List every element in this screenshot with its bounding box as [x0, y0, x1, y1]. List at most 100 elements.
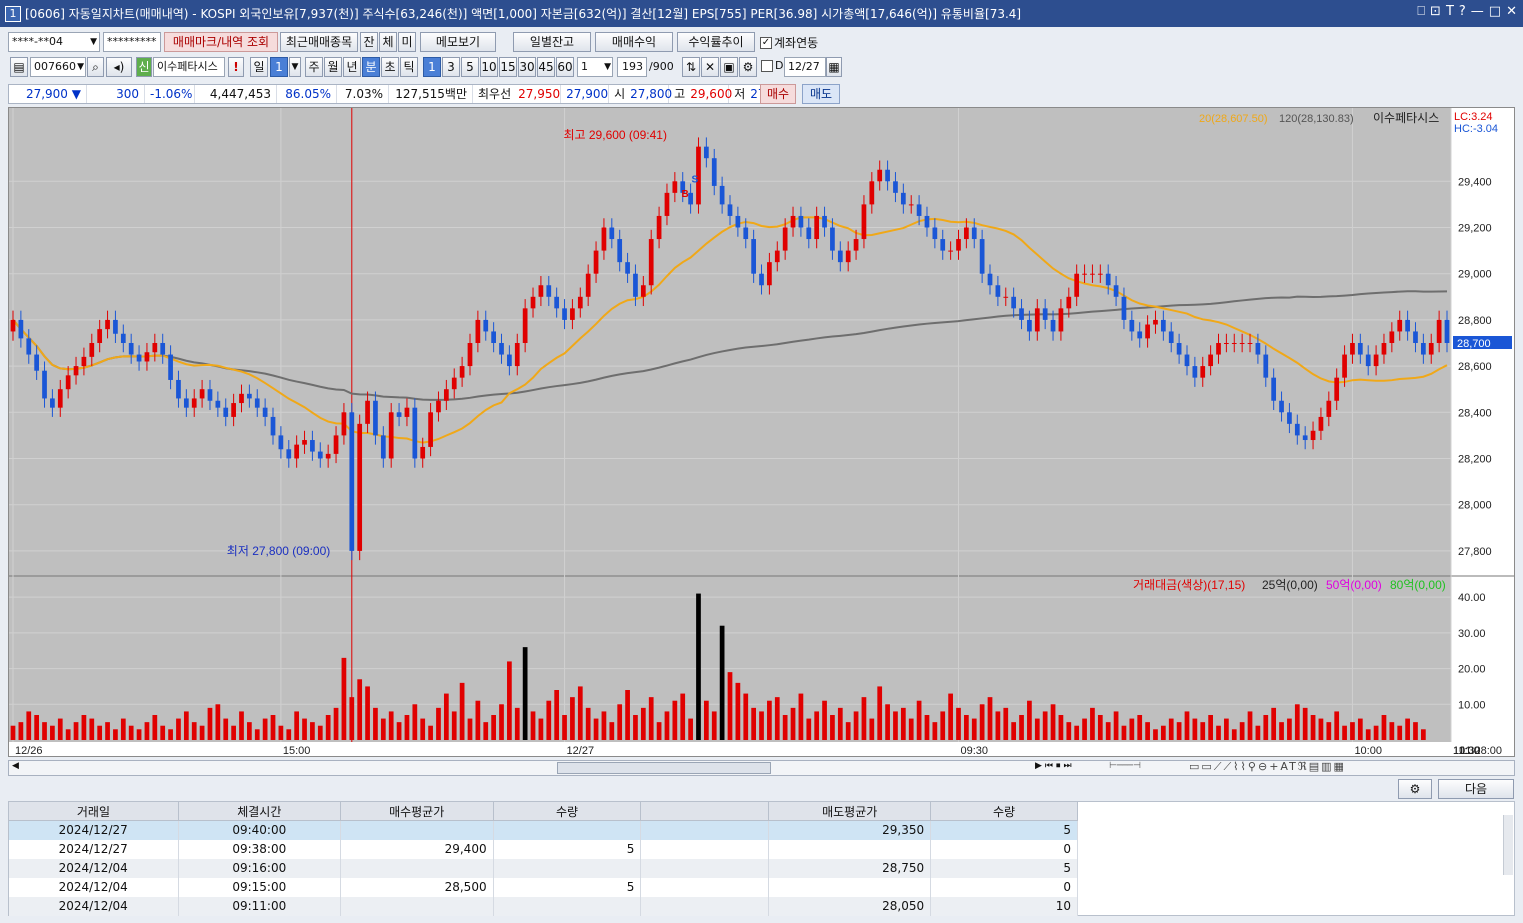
settings-icon[interactable]: ⚙ — [1398, 779, 1432, 799]
candle-body — [26, 338, 32, 355]
zoom-slider-icon[interactable]: ⊢───⊣ — [1109, 761, 1141, 771]
candle-body — [530, 296, 536, 309]
chevron-down-icon[interactable]: ▼ — [289, 57, 301, 77]
header-buy-avg[interactable]: 매수평균가 — [339, 801, 494, 821]
account-link-checkbox[interactable]: ✓ 계좌연동 — [760, 34, 818, 51]
buy-button[interactable]: 매수 — [760, 84, 796, 104]
balance-button[interactable]: 잔 — [360, 32, 378, 52]
speaker-icon[interactable]: ◂) — [106, 57, 132, 77]
interval-10-button[interactable]: 10 — [480, 57, 498, 77]
table-row[interactable]: 2024/12/04 09:16:00 28,750 5 — [8, 858, 1078, 878]
volume-bar — [1208, 715, 1213, 740]
volume-bar — [964, 715, 969, 740]
candle-body — [341, 412, 347, 436]
period-year-button[interactable]: 년 — [343, 57, 361, 77]
buy-mark: B — [681, 189, 688, 200]
candle-body — [191, 398, 197, 408]
volume-bar — [1200, 722, 1206, 740]
chart-tool-icon[interactable]: ⇅ — [682, 57, 700, 77]
table-cell — [640, 858, 770, 878]
header-trade-date[interactable]: 거래일 — [8, 801, 179, 821]
interval-60-button[interactable]: 60 — [556, 57, 574, 77]
candle-body — [1444, 319, 1450, 343]
table-row[interactable]: 2024/12/04 09:15:00 28,500 5 0 — [8, 877, 1078, 897]
close-icon[interactable]: ✕ — [1506, 4, 1517, 19]
candle-body — [89, 343, 95, 357]
header-sell-avg[interactable]: 매도평균가 — [768, 801, 932, 821]
period-minute-button[interactable]: 분 — [362, 57, 380, 77]
interval-1-button[interactable]: 1 — [423, 57, 441, 77]
day-count-select[interactable]: 1 — [270, 57, 288, 77]
password-field[interactable]: ********* — [103, 32, 161, 52]
volume-bar — [1405, 718, 1410, 740]
header-buy-qty[interactable]: 수량 — [492, 801, 642, 821]
account-select[interactable]: ****-**04 ▼ — [8, 32, 100, 52]
candle-body — [1413, 331, 1418, 343]
alert-icon[interactable]: ! — [228, 57, 244, 77]
candle-body — [428, 412, 433, 447]
period-day-button[interactable]: 일 — [250, 57, 268, 77]
table-row[interactable]: 2024/12/27 09:38:00 29,400 5 0 — [8, 839, 1078, 859]
custom-interval-select[interactable]: 1 ▼ — [577, 57, 613, 77]
interval-15-button[interactable]: 15 — [499, 57, 517, 77]
daily-balance-button[interactable]: 일별잔고 — [513, 32, 591, 52]
header-exec-time[interactable]: 체결시간 — [177, 801, 341, 821]
stock-code-input[interactable]: 007660 ▼ — [30, 57, 86, 77]
save-icon[interactable]: ▣ — [720, 57, 738, 77]
layout-icon[interactable]: ⎕ — [1417, 4, 1425, 19]
date-input[interactable]: 12/27 — [784, 57, 826, 77]
candle-body — [10, 319, 16, 332]
candle-body — [711, 158, 717, 186]
interval-5-button[interactable]: 5 — [461, 57, 479, 77]
help-icon[interactable]: ? — [1459, 4, 1466, 19]
restore-layout-icon[interactable]: ⊡ — [1430, 4, 1441, 19]
candle-body — [719, 185, 725, 205]
header-sell-qty[interactable]: 수량 — [930, 801, 1078, 821]
period-week-button[interactable]: 주 — [305, 57, 323, 77]
table-cell: 0 — [930, 839, 1078, 859]
drawing-tools-icon[interactable]: ▭▭⟋⟋⌇⌇⚲⊖+ATℜ▤▥▦ — [1189, 760, 1346, 774]
next-button[interactable]: 다음 — [1438, 779, 1514, 799]
gear-icon[interactable]: ⚙ — [739, 57, 757, 77]
candle-body — [617, 239, 623, 263]
volume-bar — [956, 707, 961, 740]
candle-body — [562, 308, 567, 320]
playback-controls-icon[interactable]: ▶⏮⏹⏭ — [1035, 761, 1075, 771]
crosshair-icon[interactable]: ✕ — [701, 57, 719, 77]
interval-30-button[interactable]: 30 — [518, 57, 536, 77]
grid-scrollbar[interactable] — [1503, 815, 1513, 875]
price-chart-panel[interactable]: 29,400 29,200 29,000 28,800 28,600 28,400 28,2… — [8, 107, 1515, 757]
period-month-button[interactable]: 월 — [324, 57, 342, 77]
period-tick-button[interactable]: 틱 — [400, 57, 418, 77]
scroll-left-icon[interactable]: ◀ — [12, 761, 19, 771]
bar-count-input[interactable]: 193 — [617, 57, 647, 77]
maximize-icon[interactable]: □ — [1489, 4, 1501, 19]
unfilled-button[interactable]: 미 — [398, 32, 416, 52]
volume-bar — [183, 711, 189, 740]
recent-trades-button[interactable]: 최근매매종목 — [280, 32, 358, 52]
trade-profit-button[interactable]: 매매수익 — [595, 32, 673, 52]
stock-list-icon[interactable]: ▤ — [10, 57, 28, 77]
memo-view-button[interactable]: 메모보기 — [420, 32, 496, 52]
volume-bar — [459, 682, 465, 740]
period-second-button[interactable]: 초 — [381, 57, 399, 77]
calendar-icon[interactable]: ▦ — [826, 57, 842, 77]
scroll-thumb[interactable] — [557, 762, 771, 774]
y-tick-label: 29,400 — [1458, 176, 1492, 188]
trade-mark-query-button[interactable]: 매매마크/내역 조회 — [164, 32, 278, 52]
candle-body — [987, 273, 993, 286]
filled-button[interactable]: 체 — [379, 32, 397, 52]
minimize-icon[interactable]: — — [1471, 4, 1484, 19]
search-icon[interactable]: ⌕ — [87, 57, 104, 77]
table-row[interactable]: 2024/12/27 09:40:00 29,350 5 — [8, 820, 1078, 840]
return-trend-button[interactable]: 수익률추이 — [677, 32, 755, 52]
sell-button[interactable]: 매도 — [802, 84, 840, 104]
text-icon[interactable]: Τ — [1446, 4, 1454, 19]
table-row[interactable]: 2024/12/04 09:11:00 28,050 10 — [8, 896, 1078, 916]
date-checkbox[interactable] — [761, 60, 773, 72]
interval-45-button[interactable]: 45 — [537, 57, 555, 77]
chart-scrollbar[interactable]: ◀ ▶⏮⏹⏭ ⊢───⊣ ▭▭⟋⟋⌇⌇⚲⊖+ATℜ▤▥▦ — [8, 760, 1515, 776]
table-cell — [768, 877, 932, 897]
price-chart[interactable]: 29,400 29,200 29,000 28,800 28,600 28,400 28,2… — [9, 108, 1514, 756]
interval-3-button[interactable]: 3 — [442, 57, 460, 77]
